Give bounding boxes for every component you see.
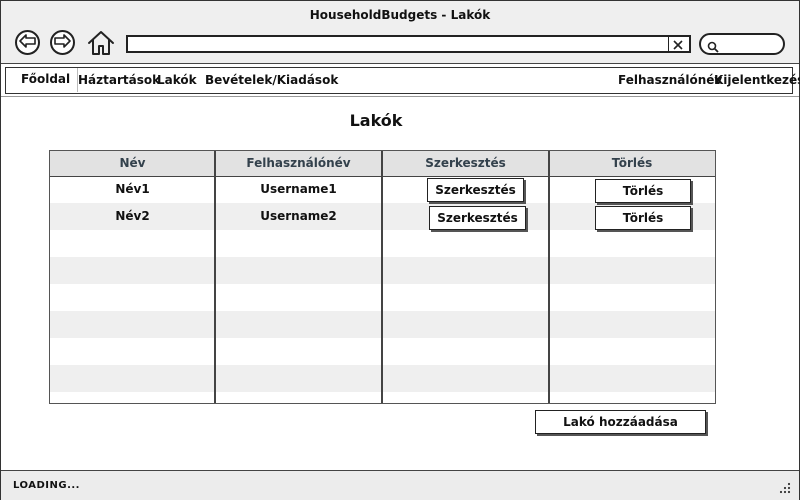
menu-item-residents[interactable]: Lakók [157, 73, 197, 87]
forward-button[interactable] [50, 30, 75, 55]
arrow-left-icon [19, 33, 36, 52]
status-text: LOADING... [13, 480, 80, 491]
window-title: HouseholdBudgets - Lakók [309, 8, 491, 22]
clear-address-button[interactable] [668, 37, 687, 51]
column-header-name[interactable]: Név [50, 151, 215, 176]
resident-username: Username2 [260, 209, 337, 223]
address-bar[interactable] [126, 35, 691, 53]
menu-item-households[interactable]: Háztartások [78, 73, 160, 87]
resident-name: Név2 [115, 209, 150, 223]
column-divider [214, 151, 216, 403]
home-button[interactable] [87, 29, 115, 57]
menu-item-username[interactable]: Felhasználónév [618, 73, 722, 87]
search-icon [707, 38, 719, 57]
arrow-right-icon [54, 33, 71, 52]
edit-button[interactable]: Szerkesztés [429, 206, 526, 230]
edit-button[interactable]: Szerkesztés [427, 178, 524, 202]
delete-button[interactable]: Törlés [595, 206, 691, 230]
browser-toolbar: HouseholdBudgets - Lakók [1, 1, 799, 64]
resident-username: Username1 [260, 182, 337, 196]
delete-button[interactable]: Törlés [595, 179, 691, 203]
table-row-stripe [50, 311, 715, 338]
column-header-username[interactable]: Felhasználónév [215, 151, 382, 176]
search-input[interactable] [723, 37, 779, 51]
menu-item-logout[interactable]: Kijelentkezés [714, 73, 800, 87]
home-icon [87, 31, 115, 61]
resident-name: Név1 [115, 182, 150, 196]
menu-bar: Főoldal Háztartások Lakók Bevételek/Kiad… [5, 67, 800, 94]
column-divider [548, 151, 550, 403]
back-button[interactable] [15, 30, 40, 55]
status-bar: LOADING... [1, 470, 799, 500]
menu-item-income-expenses[interactable]: Bevételek/Kiadások [205, 73, 338, 87]
residents-table: Név Felhasználónév Szerkesztés Törlés Né… [49, 150, 716, 404]
column-header-edit[interactable]: Szerkesztés [382, 151, 549, 176]
resize-grip-icon[interactable] [777, 479, 791, 498]
table-row-stripe [50, 365, 715, 392]
page-title: Lakók [349, 111, 403, 130]
address-input[interactable] [132, 37, 662, 51]
column-divider [381, 151, 383, 403]
add-resident-button[interactable]: Lakó hozzáadása [535, 410, 706, 434]
search-box[interactable] [699, 33, 785, 55]
table-header: Név Felhasználónév Szerkesztés Törlés [50, 151, 715, 177]
browser-window: HouseholdBudgets - Lakók Főoldal Háztart… [0, 0, 800, 500]
table-row-stripe [50, 257, 715, 284]
divider [1, 96, 799, 97]
menu-item-home[interactable]: Főoldal [14, 68, 79, 92]
close-icon [673, 35, 683, 54]
column-header-delete[interactable]: Törlés [549, 151, 715, 176]
